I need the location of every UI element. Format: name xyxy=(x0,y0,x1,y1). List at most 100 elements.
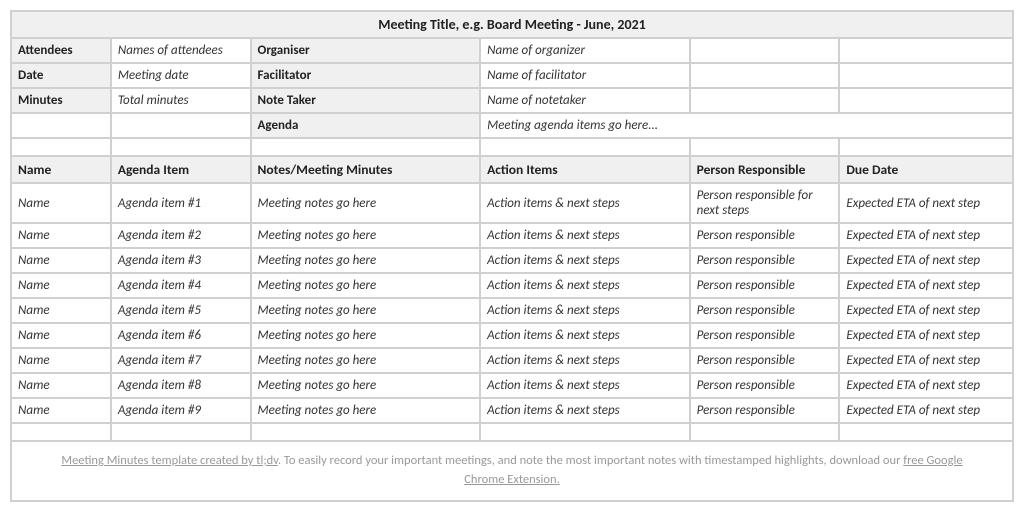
col-person: Person Responsible xyxy=(690,156,840,183)
table-row: NameAgenda item #9Meeting notes go hereA… xyxy=(11,398,1013,423)
blank-cell xyxy=(839,63,1013,88)
table-row: NameAgenda item #1Meeting notes go hereA… xyxy=(11,183,1013,223)
cell-name: Name xyxy=(11,348,111,373)
blank-cell xyxy=(111,113,251,138)
cell-due: Expected ETA of next step xyxy=(839,398,1013,423)
cell-agenda: Agenda item #3 xyxy=(111,248,251,273)
attendees-label: Attendees xyxy=(11,38,111,63)
table-row: NameAgenda item #4Meeting notes go hereA… xyxy=(11,273,1013,298)
blank-cell xyxy=(690,63,840,88)
date-value: Meeting date xyxy=(111,63,251,88)
blank-cell xyxy=(111,138,251,156)
cell-notes: Meeting notes go here xyxy=(251,248,481,273)
meeting-title: Meeting Title, e.g. Board Meeting - June… xyxy=(11,11,1013,38)
cell-notes: Meeting notes go here xyxy=(251,273,481,298)
organiser-value: Name of organizer xyxy=(480,38,690,63)
cell-name: Name xyxy=(11,298,111,323)
cell-agenda: Agenda item #6 xyxy=(111,323,251,348)
facilitator-label: Facilitator xyxy=(251,63,481,88)
table-row: NameAgenda item #8Meeting notes go hereA… xyxy=(11,373,1013,398)
cell-agenda: Agenda item #8 xyxy=(111,373,251,398)
cell-actions: Action items & next steps xyxy=(480,398,690,423)
col-agenda-item: Agenda Item xyxy=(111,156,251,183)
cell-actions: Action items & next steps xyxy=(480,273,690,298)
facilitator-value: Name of facilitator xyxy=(480,63,690,88)
blank-cell xyxy=(111,423,251,441)
col-name: Name xyxy=(11,156,111,183)
cell-due: Expected ETA of next step xyxy=(839,323,1013,348)
blank-cell xyxy=(11,423,111,441)
cell-due: Expected ETA of next step xyxy=(839,373,1013,398)
cell-person: Person responsible xyxy=(690,323,840,348)
cell-name: Name xyxy=(11,248,111,273)
blank-cell xyxy=(690,38,840,63)
cell-due: Expected ETA of next step xyxy=(839,223,1013,248)
table-row: NameAgenda item #7Meeting notes go hereA… xyxy=(11,348,1013,373)
cell-agenda: Agenda item #9 xyxy=(111,398,251,423)
blank-cell xyxy=(690,138,840,156)
cell-actions: Action items & next steps xyxy=(480,248,690,273)
cell-person: Person responsible xyxy=(690,223,840,248)
notetaker-label: Note Taker xyxy=(251,88,481,113)
footer-link-tldv[interactable]: Meeting Minutes template created by tl;d… xyxy=(61,453,277,468)
cell-agenda: Agenda item #7 xyxy=(111,348,251,373)
cell-actions: Action items & next steps xyxy=(480,373,690,398)
table-row: NameAgenda item #3Meeting notes go hereA… xyxy=(11,248,1013,273)
cell-due: Expected ETA of next step xyxy=(839,348,1013,373)
footer-text: . To easily record your important meetin… xyxy=(278,453,903,468)
cell-actions: Action items & next steps xyxy=(480,298,690,323)
cell-actions: Action items & next steps xyxy=(480,348,690,373)
blank-cell xyxy=(251,423,481,441)
cell-due: Expected ETA of next step xyxy=(839,273,1013,298)
cell-notes: Meeting notes go here xyxy=(251,398,481,423)
cell-person: Person responsible xyxy=(690,348,840,373)
cell-name: Name xyxy=(11,398,111,423)
cell-agenda: Agenda item #2 xyxy=(111,223,251,248)
notetaker-value: Name of notetaker xyxy=(480,88,690,113)
cell-person: Person responsible xyxy=(690,398,840,423)
blank-cell xyxy=(480,138,690,156)
cell-person: Person responsible for next steps xyxy=(690,183,840,223)
date-label: Date xyxy=(11,63,111,88)
cell-name: Name xyxy=(11,323,111,348)
cell-notes: Meeting notes go here xyxy=(251,348,481,373)
cell-person: Person responsible xyxy=(690,298,840,323)
cell-due: Expected ETA of next step xyxy=(839,248,1013,273)
agenda-value: Meeting agenda items go here... xyxy=(480,113,1013,138)
cell-actions: Action items & next steps xyxy=(480,183,690,223)
blank-cell xyxy=(11,138,111,156)
attendees-value: Names of attendees xyxy=(111,38,251,63)
minutes-value: Total minutes xyxy=(111,88,251,113)
cell-name: Name xyxy=(11,373,111,398)
cell-actions: Action items & next steps xyxy=(480,323,690,348)
cell-due: Expected ETA of next step xyxy=(839,298,1013,323)
cell-agenda: Agenda item #1 xyxy=(111,183,251,223)
table-row: NameAgenda item #6Meeting notes go hereA… xyxy=(11,323,1013,348)
cell-notes: Meeting notes go here xyxy=(251,323,481,348)
cell-name: Name xyxy=(11,223,111,248)
col-due: Due Date xyxy=(839,156,1013,183)
table-row: NameAgenda item #2Meeting notes go hereA… xyxy=(11,223,1013,248)
cell-person: Person responsible xyxy=(690,373,840,398)
cell-notes: Meeting notes go here xyxy=(251,298,481,323)
table-header: Name Agenda Item Notes/Meeting Minutes A… xyxy=(11,156,1013,183)
cell-notes: Meeting notes go here xyxy=(251,373,481,398)
blank-cell xyxy=(480,423,690,441)
col-action-items: Action Items xyxy=(480,156,690,183)
cell-actions: Action items & next steps xyxy=(480,223,690,248)
cell-agenda: Agenda item #4 xyxy=(111,273,251,298)
blank-cell xyxy=(251,138,481,156)
blank-cell xyxy=(839,38,1013,63)
blank-cell xyxy=(839,88,1013,113)
footer-note: Meeting Minutes template created by tl;d… xyxy=(11,441,1013,501)
cell-notes: Meeting notes go here xyxy=(251,223,481,248)
minutes-label: Minutes xyxy=(11,88,111,113)
cell-due: Expected ETA of next step xyxy=(839,183,1013,223)
agenda-label: Agenda xyxy=(251,113,481,138)
cell-name: Name xyxy=(11,183,111,223)
table-row: NameAgenda item #5Meeting notes go hereA… xyxy=(11,298,1013,323)
col-notes: Notes/Meeting Minutes xyxy=(251,156,481,183)
blank-cell xyxy=(690,88,840,113)
meeting-minutes-sheet: Meeting Title, e.g. Board Meeting - June… xyxy=(10,10,1014,502)
cell-notes: Meeting notes go here xyxy=(251,183,481,223)
